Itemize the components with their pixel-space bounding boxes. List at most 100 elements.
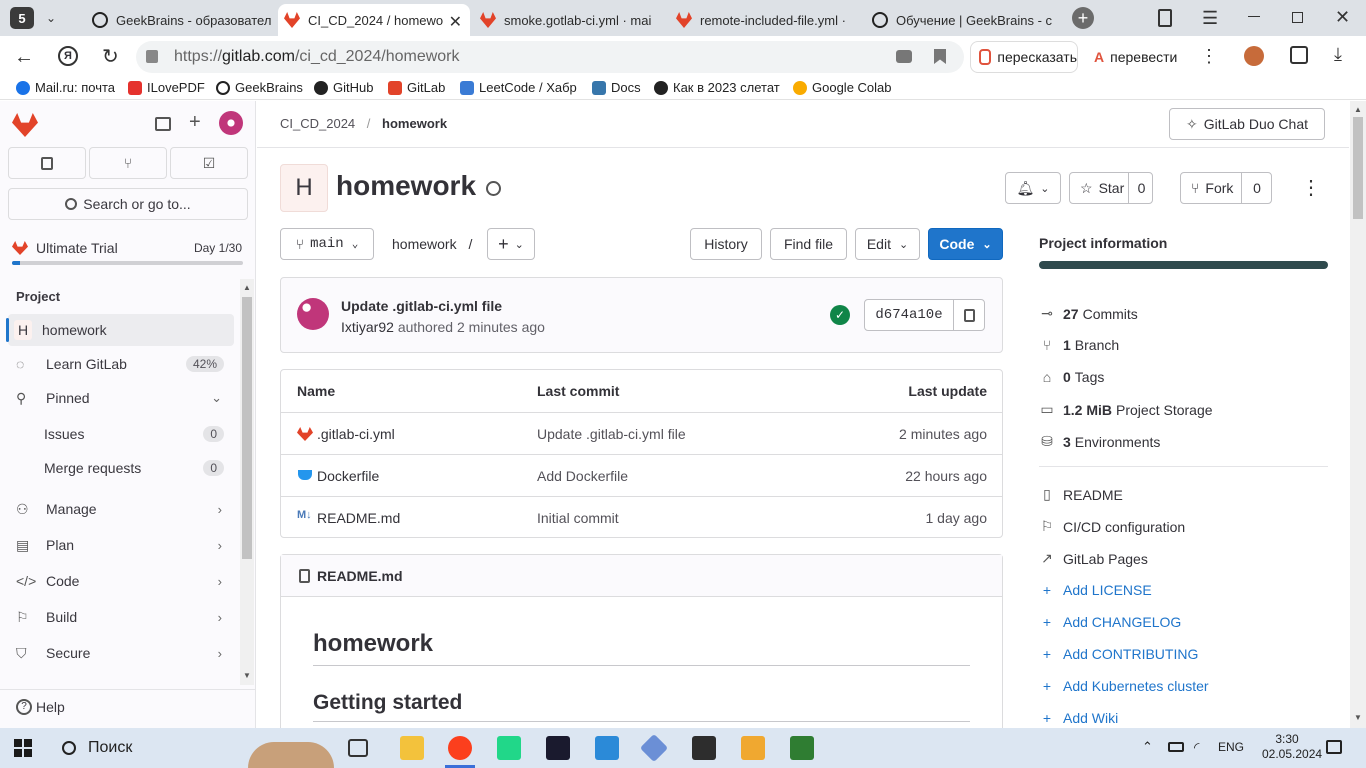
gitlab-pages-link[interactable]: ↗ GitLab Pages <box>1039 550 1148 567</box>
windows-start-icon[interactable] <box>14 739 32 757</box>
back-icon[interactable]: ← <box>14 46 34 69</box>
vscode-icon[interactable] <box>595 736 619 760</box>
repo-path-link[interactable]: homework <box>392 236 457 252</box>
copy-sha-button[interactable] <box>953 299 985 331</box>
collections-icon[interactable] <box>1290 46 1308 64</box>
branches-link[interactable]: ⑂ 1 Branch <box>1039 337 1119 353</box>
comments-icon[interactable] <box>896 50 912 63</box>
table-row[interactable]: Dockerfile Add Dockerfile 22 hours ago <box>281 454 1002 496</box>
bookmark-gitlab[interactable]: GitLab <box>388 80 445 95</box>
add-to-tree-dropdown[interactable]: + ⌄ <box>487 228 535 260</box>
collapse-sidebar-icon[interactable] <box>155 117 171 131</box>
tabs-dropdown-icon[interactable]: ⌄ <box>40 7 62 29</box>
sidebar-item-code[interactable]: </> Code › <box>8 565 234 597</box>
file-last-commit-link[interactable]: Initial commit <box>537 510 619 526</box>
more-options-icon[interactable]: ⋮ <box>1200 46 1218 67</box>
commit-sha[interactable]: d674a10e <box>864 299 954 331</box>
bookmark-kak-v-2023[interactable]: Как в 2023 слетат <box>654 80 797 95</box>
history-button[interactable]: History <box>690 228 762 260</box>
yandex-browser-icon[interactable] <box>448 736 472 760</box>
download-icon[interactable]: ⤓ <box>1334 44 1342 65</box>
file-name-link[interactable]: .gitlab-ci.yml <box>317 426 395 442</box>
code-dropdown[interactable]: Code ⌄ <box>928 228 1003 260</box>
yandex-icon[interactable]: Я <box>58 46 78 66</box>
file-last-commit-link[interactable]: Update .gitlab-ci.yml file <box>537 426 686 442</box>
merge-requests-shortcut-button[interactable]: ⑂ <box>89 147 167 179</box>
find-file-button[interactable]: Find file <box>770 228 847 260</box>
url-text[interactable]: https://gitlab.com/ci_cd_2024/homework <box>174 48 460 66</box>
show-hidden-icons[interactable]: ⌃ <box>1142 739 1153 755</box>
sidebar-item-homework[interactable]: H homework <box>6 314 234 346</box>
breadcrumb-group-link[interactable]: CI_CD_2024 <box>280 116 355 131</box>
language-indicator[interactable]: ENG <box>1218 740 1244 754</box>
commit-author-link[interactable]: Ixtiyar92 <box>341 319 394 335</box>
tab-geekbrains[interactable]: GeekBrains - образовател <box>86 4 272 36</box>
sidebar-item-learn-gitlab[interactable]: ◌ Learn GitLab 42% <box>8 348 234 380</box>
readme-link[interactable]: ▯ README <box>1039 486 1123 503</box>
tab-obuchenie[interactable]: Обучение | GeekBrains - c <box>866 4 1052 36</box>
add-license-link[interactable]: + Add LICENSE <box>1039 582 1152 598</box>
profile-avatar[interactable] <box>1244 46 1264 66</box>
ultimate-trial-widget[interactable]: Ultimate Trial Day 1/30 <box>8 233 248 269</box>
add-contributing-link[interactable]: + Add CONTRIBUTING <box>1039 646 1198 662</box>
spreadsheet-icon[interactable] <box>790 736 814 760</box>
file-name-link[interactable]: README.md <box>317 510 400 526</box>
tab-smoke-gitlab-ci[interactable]: smoke.gotlab-ci.yml · mai <box>474 4 662 36</box>
sidebar-item-issues[interactable]: Issues 0 <box>8 418 234 450</box>
storage-link[interactable]: ▭ 1.2 MiB Project Storage <box>1039 401 1212 418</box>
sidebar-item-secure[interactable]: ⛉ Secure › <box>8 637 234 669</box>
edit-dropdown[interactable]: Edit ⌄ <box>855 228 920 260</box>
gitlab-duo-chat-button[interactable]: ✧ GitLab Duo Chat <box>1169 108 1325 140</box>
help-button[interactable]: ? Help <box>16 699 65 715</box>
sidebar-item-pinned[interactable]: ⚲ Pinned ⌄ <box>8 382 234 414</box>
bookmark-google-colab[interactable]: Google Colab <box>793 80 892 95</box>
file-last-commit-link[interactable]: Add Dockerfile <box>537 468 628 484</box>
scroll-up-arrow[interactable]: ▲ <box>243 283 251 292</box>
scrollbar-thumb[interactable] <box>1353 117 1363 219</box>
breadcrumb-project-link[interactable]: homework <box>382 116 447 131</box>
user-avatar[interactable] <box>219 111 243 135</box>
file-explorer-icon[interactable] <box>400 736 424 760</box>
retell-button[interactable]: пересказать <box>970 41 1078 73</box>
app-icon[interactable] <box>639 733 669 763</box>
bookmark-geekbrains[interactable]: GeekBrains <box>216 80 303 95</box>
sidebar-scrollbar[interactable]: ▲ ▼ <box>240 279 254 685</box>
reload-icon[interactable]: ↻ <box>102 44 119 69</box>
menu-icon[interactable]: ☰ <box>1202 8 1218 29</box>
todos-shortcut-button[interactable]: ☑ <box>170 147 248 179</box>
sidebar-item-manage[interactable]: ⚇ Manage › <box>8 493 234 525</box>
cicd-configuration-link[interactable]: ⚐ CI/CD configuration <box>1039 518 1185 535</box>
branch-selector[interactable]: ⑂ main ⌄ <box>280 228 374 260</box>
new-tab-button[interactable]: + <box>1072 7 1094 29</box>
tags-link[interactable]: ⌂ 0 Tags <box>1039 369 1105 385</box>
bookmark-docs[interactable]: Docs <box>592 80 641 95</box>
close-window-icon[interactable]: ✕ <box>1335 7 1350 28</box>
url-field[interactable]: https://gitlab.com/ci_cd_2024/homework <box>136 41 964 73</box>
restore-icon[interactable] <box>1292 12 1303 23</box>
scrollbar-thumb[interactable] <box>242 297 252 559</box>
minimize-icon[interactable] <box>1248 16 1260 17</box>
issues-shortcut-button[interactable] <box>8 147 86 179</box>
microsoft-store-icon[interactable] <box>741 736 765 760</box>
page-scrollbar[interactable]: ▲ ▼ <box>1350 101 1366 728</box>
star-button[interactable]: ☆ Star 0 <box>1069 172 1153 204</box>
bookmark-github[interactable]: GitHub <box>314 80 373 95</box>
task-view-icon[interactable] <box>348 739 368 757</box>
bookmark-manager-icon[interactable] <box>1158 9 1172 27</box>
environments-link[interactable]: ⛁ 3 Environments <box>1039 433 1160 450</box>
tab-count-badge[interactable]: 5 <box>10 7 34 29</box>
battery-icon[interactable] <box>1168 742 1184 752</box>
sidebar-item-build[interactable]: ⚐ Build › <box>8 601 234 633</box>
commit-message[interactable]: Update .gitlab-ci.yml file <box>341 298 502 314</box>
terminal-icon[interactable] <box>692 736 716 760</box>
gitlab-logo-icon[interactable] <box>12 113 38 137</box>
new-item-icon[interactable]: + <box>189 111 201 134</box>
pycharm-icon[interactable] <box>497 736 521 760</box>
notifications-icon[interactable] <box>1326 740 1342 754</box>
table-row[interactable]: .gitlab-ci.yml Update .gitlab-ci.yml fil… <box>281 412 1002 454</box>
more-actions-icon[interactable]: ⋮ <box>1301 175 1321 200</box>
translate-button[interactable]: A перевести <box>1086 41 1196 73</box>
file-name-link[interactable]: Dockerfile <box>317 468 379 484</box>
add-kubernetes-cluster-link[interactable]: + Add Kubernetes cluster <box>1039 678 1209 694</box>
scroll-up-arrow[interactable]: ▲ <box>1354 105 1362 114</box>
